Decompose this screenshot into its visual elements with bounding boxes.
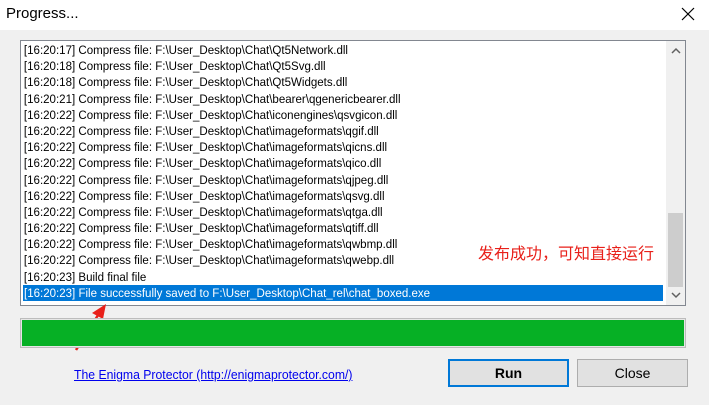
title-bar: Progress... <box>0 0 709 30</box>
log-line[interactable]: [16:20:22] Compress file: F:\User_Deskto… <box>23 188 618 204</box>
scroll-down-button[interactable] <box>666 286 685 305</box>
window-title: Progress... <box>6 5 79 22</box>
selected-line-text: [16:20:23] File successfully saved to F:… <box>24 285 431 300</box>
log-line[interactable]: [16:20:22] Compress file: F:\User_Deskto… <box>23 220 618 236</box>
log-line[interactable]: [16:20:18] Compress file: F:\User_Deskto… <box>23 58 618 74</box>
run-button[interactable]: Run <box>448 359 569 387</box>
log-line[interactable]: [16:20:22] Compress file: F:\User_Deskto… <box>23 172 618 188</box>
chevron-up-icon <box>670 47 681 54</box>
log-line[interactable]: [16:20:23] Build final file <box>23 269 618 285</box>
log-line[interactable]: [16:20:22] Compress file: F:\User_Deskto… <box>23 107 618 123</box>
scroll-up-button[interactable] <box>666 41 685 60</box>
log-line[interactable]: [16:20:22] Compress file: F:\User_Deskto… <box>23 139 618 155</box>
chevron-down-icon <box>670 292 681 299</box>
log-line[interactable]: [16:20:22] Compress file: F:\User_Deskto… <box>23 155 618 171</box>
log-line[interactable]: [16:20:22] Compress file: F:\User_Deskto… <box>23 204 618 220</box>
window-close-button[interactable] <box>667 0 709 28</box>
log-line-selected[interactable]: [16:20:23] File successfully saved to F:… <box>23 284 663 301</box>
progress-fill <box>22 320 684 346</box>
enigma-protector-link[interactable]: The Enigma Protector (http://enigmaprote… <box>74 367 352 382</box>
log-line[interactable]: [16:20:17] Compress file: F:\User_Deskto… <box>23 42 618 58</box>
log-line[interactable]: [16:20:18] Compress file: F:\User_Deskto… <box>23 74 618 90</box>
vertical-scrollbar[interactable] <box>666 41 685 305</box>
annotation-text: 发布成功，可知直接运行 <box>478 244 655 263</box>
scroll-thumb[interactable] <box>668 213 683 287</box>
log-listbox[interactable]: [16:20:17] Compress file: F:\User_Deskto… <box>20 40 686 306</box>
close-button[interactable]: Close <box>577 359 688 387</box>
close-icon <box>681 7 695 21</box>
log-line[interactable]: [16:20:21] Compress file: F:\User_Deskto… <box>23 91 618 107</box>
log-line[interactable]: [16:20:22] Compress file: F:\User_Deskto… <box>23 123 618 139</box>
progress-bar <box>20 318 686 348</box>
